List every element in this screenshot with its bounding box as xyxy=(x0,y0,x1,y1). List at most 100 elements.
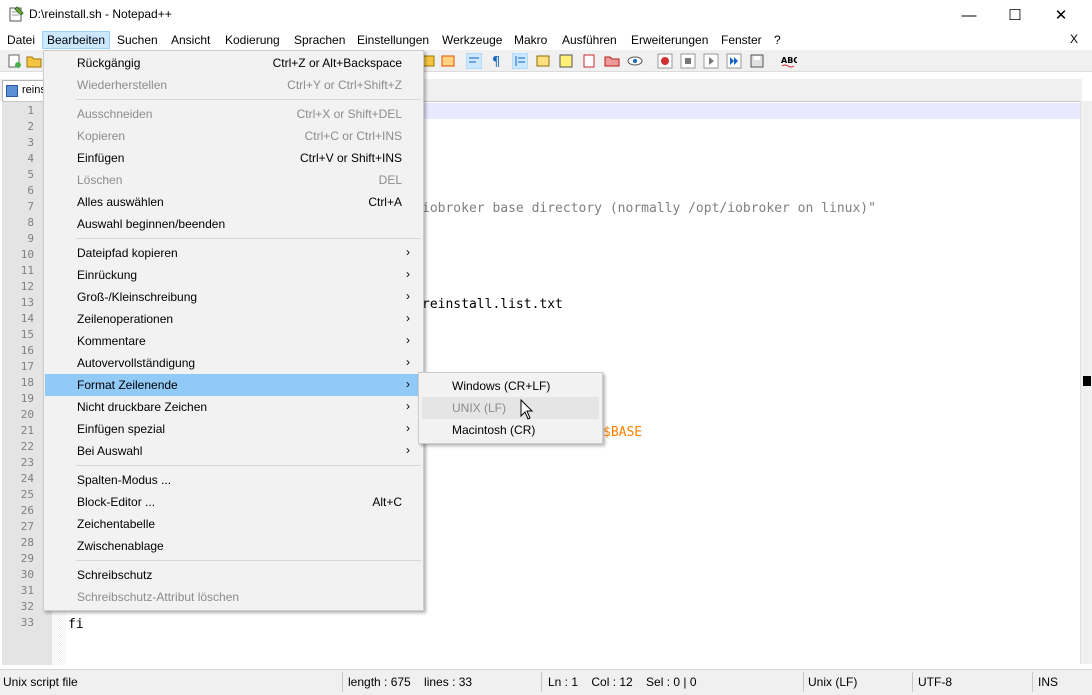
toolbar-icon-b[interactable] xyxy=(440,53,456,69)
status-insert-mode: INS xyxy=(1038,675,1059,689)
line-number: 25 xyxy=(20,488,34,501)
indent-guide-icon[interactable] xyxy=(512,53,528,69)
menu-werkzeuge[interactable]: Werkzeuge xyxy=(438,31,506,49)
menu-item-eol-format[interactable]: Format Zeilenende › xyxy=(45,374,422,396)
menu-item-nonprinting-chars[interactable]: Nicht druckbare Zeichen › xyxy=(45,396,422,418)
spell-check-icon[interactable]: ABC xyxy=(781,53,797,69)
window-title: D:\reinstall.sh - Notepad++ xyxy=(29,7,172,21)
menu-separator xyxy=(76,99,421,100)
line-number: 33 xyxy=(20,616,34,629)
maximize-button[interactable]: ☐ xyxy=(992,0,1038,30)
menu-separator xyxy=(76,465,421,466)
line-number: 28 xyxy=(20,536,34,549)
menu-sprachen[interactable]: Sprachen xyxy=(290,31,349,49)
scroll-position-marker xyxy=(1083,376,1091,386)
close-document-button[interactable]: X xyxy=(1070,32,1078,46)
menu-item-select-all[interactable]: Alles auswählen Ctrl+A xyxy=(45,191,422,213)
code-line-21: $BASE xyxy=(603,425,643,440)
chevron-right-icon: › xyxy=(406,377,410,391)
menu-makro[interactable]: Makro xyxy=(510,31,551,49)
menu-item-copy-path[interactable]: Dateipfad kopieren › xyxy=(45,242,422,264)
menu-item-label: Format Zeilenende xyxy=(77,378,178,392)
menu-suchen[interactable]: Suchen xyxy=(113,31,162,49)
menu-item-paste[interactable]: Einfügen Ctrl+V or Shift+INS xyxy=(45,147,422,169)
line-number: 17 xyxy=(20,360,34,373)
show-all-chars-icon[interactable]: ¶ xyxy=(488,53,504,69)
menu-item-character-panel[interactable]: Zeichentabelle xyxy=(45,513,422,535)
play-macro-icon[interactable] xyxy=(703,53,719,69)
minimize-icon: — xyxy=(961,6,977,24)
menu-item-label: Einfügen xyxy=(77,151,125,165)
menu-item-line-operations[interactable]: Zeilenoperationen › xyxy=(45,308,422,330)
word-wrap-icon[interactable] xyxy=(466,53,482,69)
menu-item-comments[interactable]: Kommentare › xyxy=(45,330,422,352)
submenu-item-mac-cr[interactable]: Macintosh (CR) xyxy=(422,419,599,441)
menu-item-shortcut: Alt+C xyxy=(372,495,402,509)
menu-item-shortcut: Ctrl+C or Ctrl+INS xyxy=(304,129,402,143)
menu-help[interactable]: ? xyxy=(770,31,785,49)
stop-macro-icon[interactable] xyxy=(680,53,696,69)
minimize-button[interactable]: — xyxy=(946,0,992,30)
menu-erweiterungen[interactable]: Erweiterungen xyxy=(627,31,712,49)
new-file-icon[interactable] xyxy=(6,53,22,69)
menu-item-delete: Löschen DEL xyxy=(45,169,422,191)
status-separator xyxy=(342,672,343,692)
menu-item-autocomplete[interactable]: Autovervollständigung › xyxy=(45,352,422,374)
menu-item-begin-end-select[interactable]: Auswahl beginnen/beenden xyxy=(45,213,422,235)
open-file-icon[interactable] xyxy=(26,53,42,69)
submenu-item-unix-lf: UNIX (LF) xyxy=(422,397,599,419)
record-macro-icon[interactable] xyxy=(657,53,673,69)
menu-ausfuehren[interactable]: Ausführen xyxy=(558,31,621,49)
menu-item-column-mode[interactable]: Spalten-Modus ... xyxy=(45,469,422,491)
line-number: 15 xyxy=(20,328,34,341)
status-separator xyxy=(912,672,913,692)
menu-item-label: Einrückung xyxy=(77,268,138,282)
menu-item-on-selection[interactable]: Bei Auswahl › xyxy=(45,440,422,462)
line-number: 29 xyxy=(20,552,34,565)
menu-einstellungen[interactable]: Einstellungen xyxy=(353,31,433,49)
toolbar-icon-e[interactable] xyxy=(581,53,597,69)
run-macro-multiple-icon[interactable] xyxy=(726,53,742,69)
menu-item-block-editor[interactable]: Block-Editor ... Alt+C xyxy=(45,491,422,513)
menu-item-label: Rückgängig xyxy=(77,56,141,70)
eye-icon[interactable] xyxy=(627,53,643,69)
line-number: 22 xyxy=(20,440,34,453)
eol-format-submenu: Windows (CR+LF) UNIX (LF) Macintosh (CR) xyxy=(418,372,603,444)
menu-item-clipboard-history[interactable]: Zwischenablage xyxy=(45,535,422,557)
toolbar-icon-c[interactable] xyxy=(535,53,551,69)
menu-item-label: Kommentare xyxy=(77,334,146,348)
menu-kodierung[interactable]: Kodierung xyxy=(221,31,284,49)
submenu-item-windows-crlf[interactable]: Windows (CR+LF) xyxy=(422,375,599,397)
menu-fenster[interactable]: Fenster xyxy=(717,31,766,49)
menu-datei[interactable]: Datei xyxy=(3,31,39,49)
menu-item-label: Nicht druckbare Zeichen xyxy=(77,400,208,414)
menu-item-shortcut: Ctrl+Y or Ctrl+Shift+Z xyxy=(287,78,402,92)
menu-item-indent[interactable]: Einrückung › xyxy=(45,264,422,286)
menu-ansicht[interactable]: Ansicht xyxy=(167,31,214,49)
line-number: 12 xyxy=(20,280,34,293)
line-number: 18 xyxy=(20,376,34,389)
menu-item-paste-special[interactable]: Einfügen spezial › xyxy=(45,418,422,440)
menu-item-shortcut: Ctrl+X or Shift+DEL xyxy=(296,107,402,121)
line-number: 14 xyxy=(20,312,34,325)
menu-item-label: Zwischenablage xyxy=(77,539,164,553)
chevron-right-icon: › xyxy=(406,245,410,259)
menu-item-shortcut: Ctrl+A xyxy=(368,195,402,209)
menu-item-case[interactable]: Groß-/Kleinschreibung › xyxy=(45,286,422,308)
line-number: 9 xyxy=(27,232,34,245)
menu-item-shortcut: DEL xyxy=(378,173,402,187)
status-bar: Unix script file length : 675 lines : 33… xyxy=(0,669,1092,695)
menu-bearbeiten[interactable]: Bearbeiten xyxy=(42,31,111,49)
code-line-13: reinstall.list.txt xyxy=(422,297,563,312)
menu-item-undo[interactable]: Rückgängig Ctrl+Z or Alt+Backspace xyxy=(45,52,422,74)
chevron-right-icon: › xyxy=(406,267,410,281)
menu-item-label: Einfügen spezial xyxy=(77,422,166,436)
chevron-right-icon: › xyxy=(406,399,410,413)
save-macro-icon[interactable] xyxy=(749,53,765,69)
line-number: 30 xyxy=(20,568,34,581)
folder-icon[interactable] xyxy=(604,53,620,69)
line-number: 21 xyxy=(20,424,34,437)
toolbar-icon-d[interactable] xyxy=(558,53,574,69)
close-button[interactable]: ✕ xyxy=(1038,0,1084,30)
menu-item-read-only[interactable]: Schreibschutz xyxy=(45,564,422,586)
